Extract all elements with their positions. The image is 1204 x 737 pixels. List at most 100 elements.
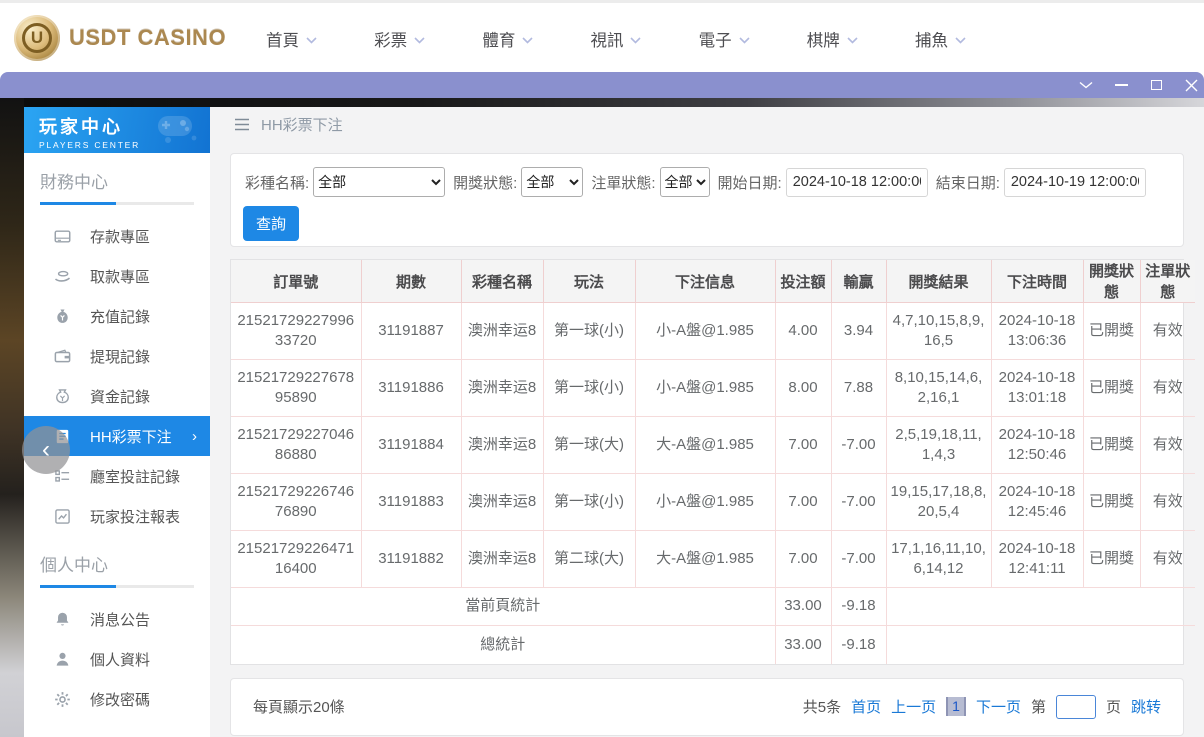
- app-window: 玩家中心 PLAYERS CENTER 財務中心 存款專區 取款專區 充值記錄 提現記錄…: [0, 98, 1204, 737]
- chevron-down-icon: [414, 36, 425, 44]
- sidebar-item-deposit-zone[interactable]: 存款專區: [24, 216, 210, 256]
- column-header-0: 訂單號: [231, 260, 362, 303]
- funds-bag-icon: [54, 388, 71, 405]
- nav-item-home[interactable]: 首頁: [266, 27, 317, 51]
- cell: 4.00: [775, 302, 832, 360]
- sidebar: 玩家中心 PLAYERS CENTER 財務中心 存款專區 取款專區 充值記錄 提現記錄…: [24, 107, 210, 737]
- sidebar-item-change-password[interactable]: 修改密碼: [24, 679, 210, 719]
- order-status-label: 注單狀態:: [591, 174, 656, 192]
- brand[interactable]: U USDT CASINO: [14, 14, 227, 61]
- cell: 有效: [1140, 359, 1195, 417]
- menu-toggle-icon[interactable]: [234, 118, 250, 131]
- cell: 7.00: [775, 416, 832, 474]
- page-jump-input[interactable]: [1055, 694, 1096, 719]
- end-date-label: 結束日期:: [935, 174, 1000, 192]
- nav-item-label: 首頁: [266, 32, 299, 50]
- cell: 已開獎: [1083, 473, 1141, 531]
- search-button[interactable]: 查詢: [243, 206, 300, 241]
- lottery-name-select[interactable]: 全部: [313, 167, 446, 197]
- recharge-bag-icon: [54, 308, 71, 325]
- brand-name: USDT CASINO: [69, 24, 227, 50]
- sidebar-item-player-bet-report[interactable]: 玩家投注報表: [24, 496, 210, 536]
- page-title: HH彩票下注: [261, 116, 343, 134]
- first-page-link[interactable]: 首页: [851, 696, 881, 717]
- nav-item-sports[interactable]: 體育: [482, 27, 533, 51]
- next-page-link[interactable]: 下一页: [976, 696, 1021, 717]
- cell: 第一球(小): [543, 302, 636, 360]
- cell: 已開獎: [1083, 302, 1141, 360]
- maximize-icon[interactable]: [1149, 78, 1163, 92]
- background-strip-top: [0, 98, 1204, 107]
- table-row: 2152172922647116400 31191882 澳洲幸运8 第二球(大) 大-…: [231, 530, 1195, 588]
- cell: 2152172922799633720: [231, 302, 362, 360]
- top-navbar: U USDT CASINO 首頁 彩票 體育 視訊 電子 棋牌 捕魚: [0, 0, 1204, 72]
- table-row: 2152172922799633720 31191887 澳洲幸运8 第一球(小) 小-…: [231, 302, 1195, 360]
- draw-status-select[interactable]: 全部: [521, 167, 584, 197]
- announcement-bell-icon: [54, 611, 71, 628]
- cell: 31191884: [361, 416, 462, 474]
- nav-item-slots[interactable]: 電子: [699, 27, 750, 51]
- sidebar-item-label: 存款專區: [90, 228, 151, 246]
- summary-row: 總統計 33.00 -9.18: [231, 625, 1195, 664]
- summary-win-loss: -9.18: [831, 587, 887, 626]
- nav-item-live-video[interactable]: 視訊: [590, 27, 642, 51]
- pagination-controls: 共5条 首页 上一页 1 下一页 第 页 跳转: [803, 694, 1161, 719]
- nav-item-lottery[interactable]: 彩票: [374, 27, 425, 51]
- cell: 2024-10-18 13:01:18: [991, 359, 1084, 417]
- start-date-input[interactable]: [785, 167, 928, 197]
- cell: 8,10,15,14,6,2,16,1: [886, 359, 992, 417]
- sidebar-item-withdrawal-records[interactable]: 提現記錄: [24, 336, 210, 376]
- table-row: 2152172922767895890 31191886 澳洲幸运8 第一球(小) 小-…: [231, 359, 1195, 417]
- filter-row: 彩種名稱: 全部 開獎狀態: 全部 注單狀態: 全部 開始日期: 結束日期:: [243, 167, 1171, 197]
- cell: 第一球(小): [543, 473, 636, 531]
- sidebar-item-personal-profile[interactable]: 個人資料: [24, 639, 210, 679]
- close-icon[interactable]: [1184, 78, 1198, 92]
- cell: 有效: [1140, 302, 1195, 360]
- window-chevron-down-icon[interactable]: [1079, 78, 1093, 92]
- sidebar-item-funds-records[interactable]: 資金記錄: [24, 376, 210, 416]
- gamepad-icon: [156, 112, 202, 151]
- jump-button[interactable]: 跳转: [1131, 696, 1161, 717]
- sidebar-item-label: 取款專區: [90, 268, 151, 286]
- background-strip-left: [0, 98, 24, 737]
- start-date-label: 開始日期:: [717, 174, 782, 192]
- cell: 小-A盤@1.985: [635, 473, 776, 531]
- table-header-row: 訂單號 期數 彩種名稱 玩法 下注信息 投注額 輸贏 開獎結果 下注時間 開獎狀態 注單狀態: [231, 260, 1195, 303]
- end-date-input[interactable]: [1003, 167, 1146, 197]
- window-controls: [1079, 72, 1198, 98]
- cell: 7.00: [775, 530, 832, 588]
- minimize-icon[interactable]: [1114, 78, 1128, 92]
- column-header-9: 開獎狀態: [1083, 260, 1141, 303]
- cell: 7.88: [831, 359, 887, 417]
- table-row: 2152172922704686880 31191884 澳洲幸运8 第一球(大) 大-…: [231, 416, 1195, 474]
- cell: 2,5,19,18,11,1,4,3: [886, 416, 992, 474]
- withdrawal-wallet-icon: [54, 348, 71, 365]
- withdraw-hand-icon: [54, 268, 71, 285]
- summary-label: 總統計: [231, 625, 776, 664]
- prev-page-link[interactable]: 上一页: [891, 696, 936, 717]
- nav-item-board-games[interactable]: 棋牌: [807, 27, 858, 51]
- cell: 已開獎: [1083, 416, 1141, 474]
- cell: 已開獎: [1083, 530, 1141, 588]
- cell: 7.00: [775, 473, 832, 531]
- sidebar-collapse-button[interactable]: ‹: [22, 426, 70, 474]
- sidebar-item-recharge-records[interactable]: 充值記錄: [24, 296, 210, 336]
- filter-panel: 彩種名稱: 全部 開獎狀態: 全部 注單狀態: 全部 開始日期: 結束日期:: [230, 153, 1184, 247]
- cell: 第一球(大): [543, 416, 636, 474]
- summary-bet-total: 33.00: [775, 625, 832, 664]
- nav-item-fishing[interactable]: 捕魚: [915, 27, 966, 51]
- summary-row: 當前頁統計 33.00 -9.18: [231, 587, 1195, 626]
- column-header-6: 輸贏: [831, 260, 887, 303]
- cell: 31191883: [361, 473, 462, 531]
- column-header-7: 開獎結果: [886, 260, 992, 303]
- deposit-card-icon: [54, 228, 71, 245]
- cell: -7.00: [831, 416, 887, 474]
- column-header-5: 投注額: [775, 260, 832, 303]
- cell: 8.00: [775, 359, 832, 417]
- sidebar-item-announcements[interactable]: 消息公告: [24, 599, 210, 639]
- section-underline: [40, 585, 194, 588]
- chevron-down-icon: [739, 36, 750, 44]
- order-status-select[interactable]: 全部: [659, 167, 710, 197]
- sidebar-item-withdraw-zone[interactable]: 取款專區: [24, 256, 210, 296]
- chevron-down-icon: [847, 36, 858, 44]
